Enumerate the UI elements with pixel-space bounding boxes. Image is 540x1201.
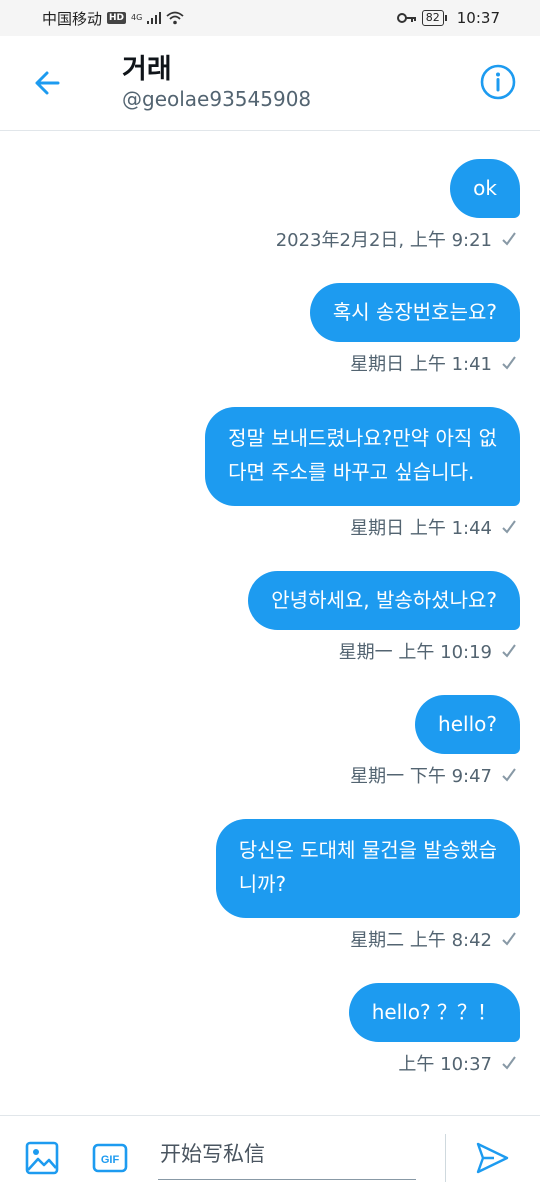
- message-input-placeholder: 开始写私信: [160, 1142, 265, 1166]
- message-text: 혹시 송장번호는요?: [332, 300, 497, 324]
- clock: 10:37: [456, 9, 500, 27]
- key-icon: [396, 13, 416, 23]
- check-icon: [502, 932, 516, 946]
- message-bubble[interactable]: hello?: [415, 695, 520, 754]
- message-item: ok 2023年2月2日, 上午 9:21: [276, 159, 520, 252]
- conversation-header: 거래 @geolae93545908: [0, 36, 540, 131]
- message-thread: ok 2023年2月2日, 上午 9:21 혹시 송장번호는요? 星期日 上午 …: [0, 131, 540, 1114]
- check-icon: [502, 644, 516, 658]
- network-indicator: 4G: [131, 14, 142, 22]
- message-item: hello? ？？！ 上午 10:37: [348, 983, 520, 1076]
- message-timestamp: 星期日 上午 1:41: [350, 354, 492, 375]
- message-item: 혹시 송장번호는요? 星期日 上午 1:41: [309, 283, 520, 376]
- check-icon: [502, 1056, 516, 1070]
- message-timestamp: 星期二 上午 8:42: [350, 930, 492, 951]
- wifi-icon: [166, 11, 184, 25]
- info-circle-icon[interactable]: [479, 63, 517, 101]
- image-icon[interactable]: [24, 1140, 60, 1176]
- message-bubble[interactable]: hello? ？？！: [348, 983, 520, 1042]
- gif-icon[interactable]: GIF: [92, 1143, 128, 1173]
- status-bar: 中国移动 HD 4G 82 10:37: [0, 0, 540, 36]
- message-meta: 星期一 下午 9:47: [350, 762, 520, 788]
- message-item: 안녕하세요, 발송하셨나요? 星期一 上午 10:19: [248, 571, 520, 664]
- message-meta: 星期一 上午 10:19: [339, 638, 520, 664]
- message-timestamp: 星期一 上午 10:19: [338, 642, 492, 663]
- message-bubble[interactable]: 정말 보내드렸나요?만약 아직 없 다면 주소를 바꾸고 싶습니다.: [205, 407, 520, 506]
- message-meta: 星期二 上午 8:42: [350, 926, 520, 952]
- message-meta: 2023年2月2日, 上午 9:21: [276, 226, 520, 252]
- message-timestamp: 星期日 上午 1:44: [350, 518, 492, 539]
- message-item: hello? 星期一 下午 9:47: [350, 695, 520, 788]
- arrow-left-icon[interactable]: [28, 64, 66, 102]
- message-text: 안녕하세요, 발송하셨나요?: [271, 588, 497, 612]
- check-icon: [502, 768, 516, 782]
- message-bubble[interactable]: ok: [450, 159, 520, 218]
- message-text-line: 당신은 도대체 물건을 발송했습: [238, 838, 497, 862]
- message-composer: GIF 开始写私信: [0, 1115, 540, 1201]
- check-icon: [502, 520, 516, 534]
- check-icon: [502, 232, 516, 246]
- message-text-line: 니까?: [238, 872, 287, 896]
- message-timestamp: 星期一 下午 9:47: [350, 766, 492, 787]
- message-text: ok: [473, 176, 497, 200]
- status-bar-right: 82 10:37: [396, 9, 500, 27]
- gif-label: GIF: [101, 1154, 120, 1166]
- composer-divider: [445, 1134, 446, 1182]
- message-meta: 上午 10:37: [398, 1050, 520, 1076]
- hd-badge: HD: [107, 12, 127, 24]
- message-bubble[interactable]: 당신은 도대체 물건을 발송했습 니까?: [215, 819, 520, 918]
- message-meta: 星期日 上午 1:41: [350, 350, 520, 376]
- send-icon[interactable]: [474, 1140, 510, 1176]
- message-text: hello? ？？！: [371, 1000, 497, 1024]
- battery-indicator: 82: [421, 10, 447, 26]
- message-timestamp: 2023年2月2日, 上午 9:21: [275, 230, 492, 251]
- conversation-title: 거래: [122, 54, 172, 85]
- message-item: 정말 보내드렸나요?만약 아직 없 다면 주소를 바꾸고 싶습니다. 星期日 上…: [205, 407, 520, 540]
- message-item: 당신은 도대체 물건을 발송했습 니까? 星期二 上午 8:42: [215, 819, 520, 952]
- message-bubble[interactable]: 안녕하세요, 발송하셨나요?: [248, 571, 520, 630]
- message-text-line: 다면 주소를 바꾸고 싶습니다.: [228, 460, 475, 484]
- message-input[interactable]: 开始写私信: [158, 1134, 416, 1180]
- status-bar-left: 中国移动 HD 4G: [42, 8, 184, 29]
- check-icon: [502, 356, 516, 370]
- message-timestamp: 上午 10:37: [398, 1054, 492, 1075]
- message-meta: 星期日 上午 1:44: [350, 514, 520, 540]
- carrier-label: 中国移动: [42, 9, 103, 28]
- message-text: hello?: [438, 712, 497, 736]
- message-bubble[interactable]: 혹시 송장번호는요?: [309, 283, 520, 342]
- network-type: 4G: [131, 13, 143, 22]
- message-text-line: 정말 보내드렸나요?만약 아직 없: [228, 426, 497, 450]
- conversation-handle: @geolae93545908: [122, 87, 312, 111]
- signal-icon: [147, 12, 162, 24]
